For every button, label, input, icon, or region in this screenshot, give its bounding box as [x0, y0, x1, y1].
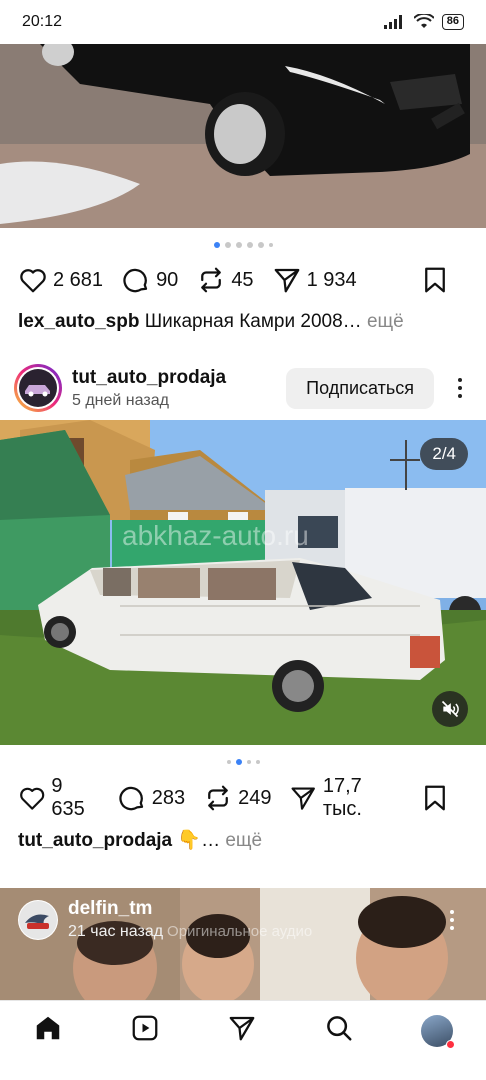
- comment-button[interactable]: 283: [117, 783, 185, 813]
- search-icon: [326, 1016, 352, 1041]
- notification-dot: [445, 1039, 455, 1049]
- avatar[interactable]: [18, 899, 58, 940]
- like-button[interactable]: 9 635: [18, 775, 99, 821]
- carousel-dot: [246, 760, 251, 764]
- audio-label[interactable]: Оригинальное аудио: [167, 923, 312, 940]
- caption-more-link[interactable]: ещё: [367, 311, 404, 332]
- share-button[interactable]: 1 934: [272, 265, 357, 295]
- nav-direct[interactable]: [227, 1013, 257, 1048]
- like-count: 2 681: [53, 268, 104, 291]
- share-count: 1 934: [306, 268, 357, 291]
- send-icon: [274, 268, 299, 293]
- carousel-counter: 2/4: [420, 438, 468, 470]
- post2-carousel-dots: [0, 759, 486, 765]
- avatar-car-image: [25, 385, 50, 397]
- post2-header: tut_auto_prodaja 5 дней назад Подписатьс…: [14, 360, 472, 416]
- delfin-logo: [25, 914, 49, 929]
- caption-username[interactable]: tut_auto_prodaja: [18, 830, 172, 851]
- post-username[interactable]: delfin_tm: [68, 898, 312, 920]
- heart-icon: [20, 787, 45, 810]
- post2-photo[interactable]: abkhaz-auto.ru 2/4: [0, 420, 486, 745]
- battery-indicator: 86: [441, 14, 464, 30]
- avatar: [420, 1014, 455, 1049]
- nav-home[interactable]: [33, 1013, 63, 1048]
- signal-icon: [383, 15, 402, 29]
- carousel-dot-active: [213, 242, 220, 248]
- nav-reels[interactable]: [130, 1013, 160, 1048]
- carousel-dot: [224, 242, 231, 248]
- post-username[interactable]: tut_auto_prodaja: [72, 367, 226, 389]
- watermark: abkhaz-auto.ru: [122, 520, 309, 551]
- comment-button[interactable]: 90: [121, 265, 178, 295]
- comment-count: 90: [156, 268, 179, 291]
- heart-icon: [20, 269, 46, 293]
- post2-actions: 9 635 283 249 17,7 тыс.: [18, 775, 468, 821]
- reels-icon: [132, 1015, 158, 1041]
- caption-username[interactable]: lex_auto_spb: [18, 311, 139, 332]
- post1-caption: lex_auto_spb Шикарная Камри 2008… ещё: [18, 311, 468, 333]
- mute-button[interactable]: [432, 691, 468, 727]
- status-bar: 20:12 86: [0, 0, 486, 44]
- more-options-icon[interactable]: [440, 910, 464, 930]
- carousel-dot: [255, 760, 260, 764]
- post1-carousel-dots: [0, 242, 486, 248]
- bottom-nav: [0, 1000, 486, 1080]
- send-icon: [229, 1016, 255, 1041]
- bookmark-icon: [425, 267, 445, 293]
- home-icon: [37, 1016, 60, 1040]
- post2-caption: tut_auto_prodaja 👇… ещё: [18, 828, 468, 852]
- carousel-dot: [226, 760, 231, 764]
- share-count: 17,7 тыс.: [322, 775, 362, 820]
- comment-icon: [119, 786, 143, 811]
- more-options-icon[interactable]: [448, 378, 472, 398]
- carousel-dot: [268, 243, 273, 247]
- like-count: 9 635: [51, 775, 85, 820]
- post3-video[interactable]: delfin_tm 21 час назад Оригинальное аудио: [0, 888, 486, 1000]
- post-timestamp: 5 дней назад: [72, 391, 169, 409]
- speaker-muted-icon: [441, 700, 459, 718]
- post1-photo[interactable]: [0, 44, 486, 228]
- wifi-icon: [413, 14, 434, 28]
- post-timestamp: 21 час назад Оригинальное аудио: [68, 923, 312, 941]
- like-button[interactable]: 2 681: [18, 265, 103, 295]
- nav-search[interactable]: [324, 1013, 354, 1048]
- share-button[interactable]: 17,7 тыс.: [289, 775, 402, 821]
- timestamp-text: 21 час назад: [68, 923, 164, 940]
- caption-text: Шикарная Камри 2008…: [144, 311, 362, 332]
- carousel-dot: [257, 242, 264, 248]
- repost-count: 249: [238, 786, 272, 809]
- carousel-dot: [235, 242, 242, 248]
- status-icons: 86: [383, 14, 464, 30]
- carousel-dot: [246, 242, 253, 248]
- repost-icon: [208, 785, 228, 811]
- status-time: 20:12: [22, 13, 63, 30]
- save-button[interactable]: [420, 265, 450, 295]
- repost-icon: [201, 267, 222, 293]
- repost-button[interactable]: 45: [196, 265, 254, 295]
- follow-button[interactable]: Подписаться: [286, 367, 434, 409]
- comment-icon: [123, 268, 148, 293]
- send-icon: [291, 787, 316, 810]
- avatar[interactable]: [14, 364, 62, 412]
- post1-actions: 2 681 90 45 1 934: [18, 260, 468, 300]
- repost-count: 45: [231, 268, 254, 291]
- nav-profile[interactable]: [420, 1014, 455, 1049]
- save-button[interactable]: [420, 783, 450, 813]
- caption-text: 👇…: [177, 830, 221, 851]
- caption-more-link[interactable]: ещё: [225, 830, 262, 851]
- comment-count: 283: [151, 786, 186, 809]
- post3-header: delfin_tm 21 час назад Оригинальное аудио: [18, 898, 312, 941]
- carousel-dot-active: [235, 759, 242, 765]
- bookmark-icon: [425, 785, 445, 811]
- repost-button[interactable]: 249: [203, 783, 271, 813]
